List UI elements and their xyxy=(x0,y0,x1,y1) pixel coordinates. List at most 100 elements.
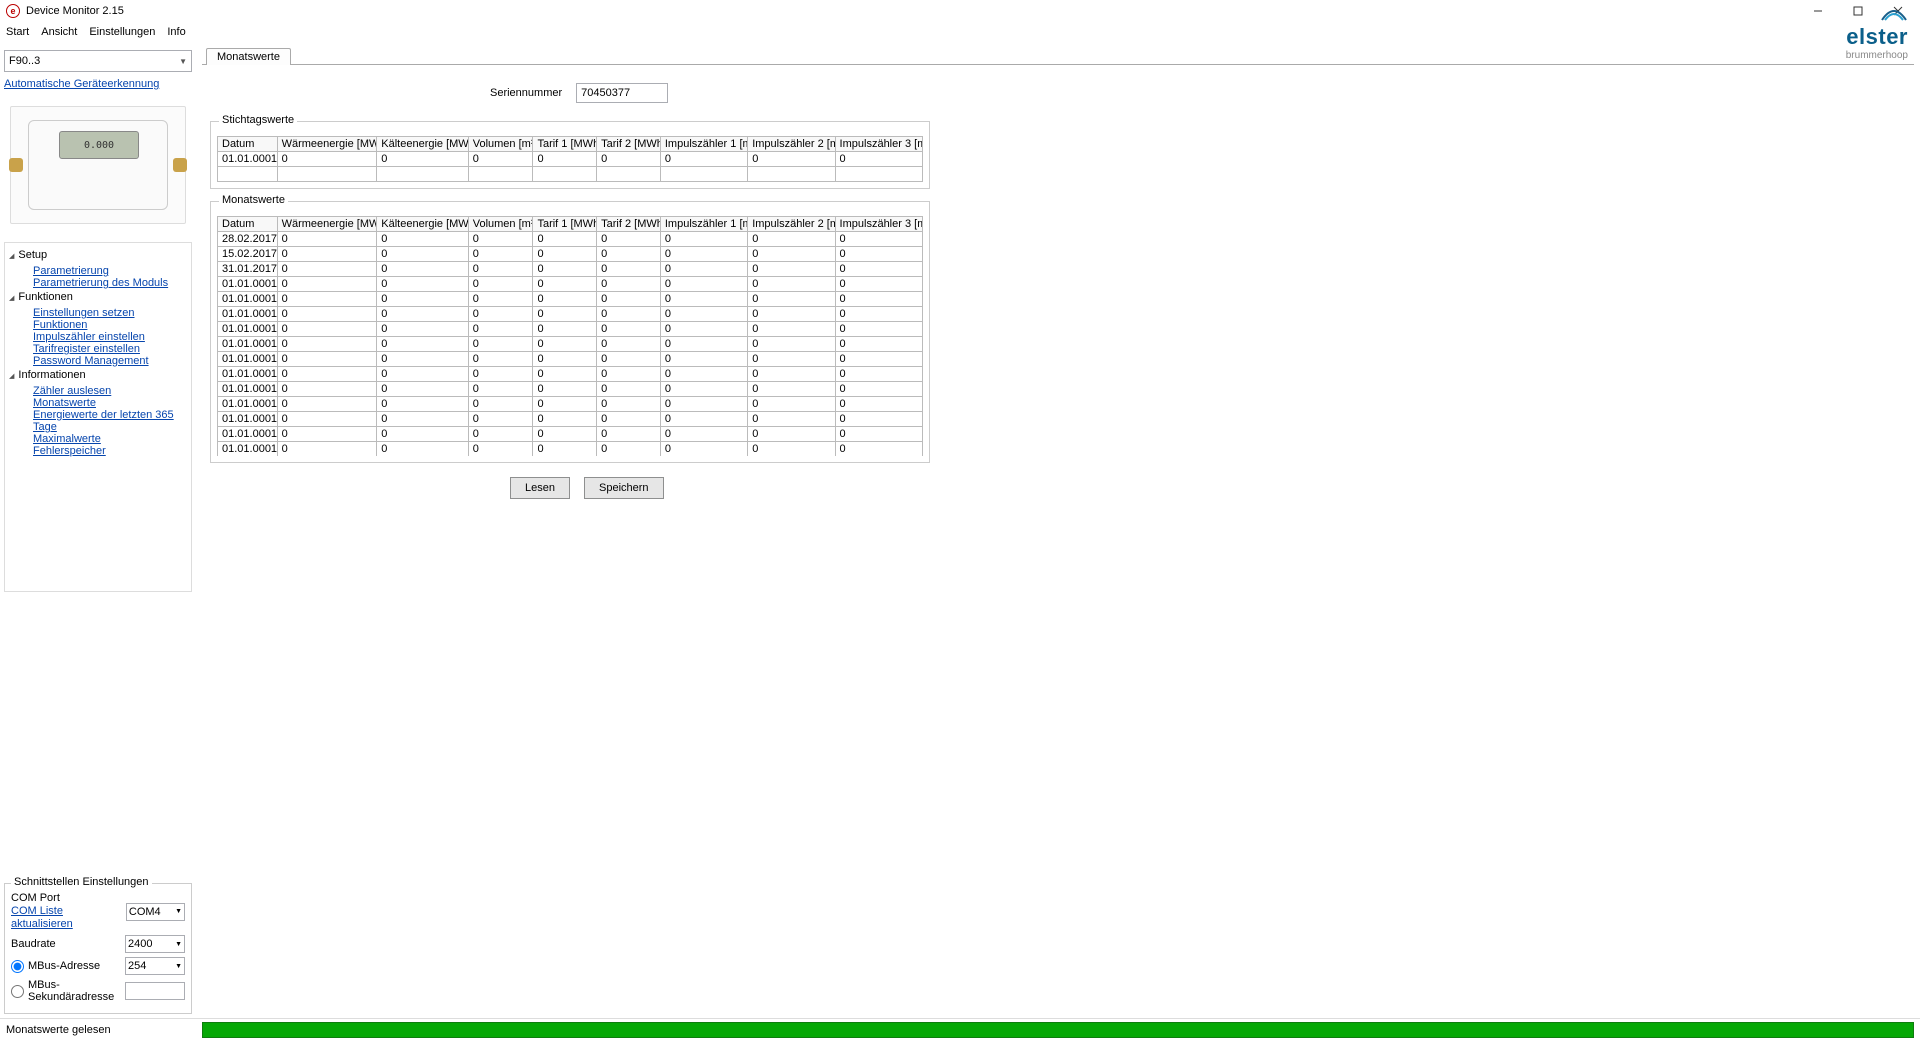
tab-monatswerte[interactable]: Monatswerte xyxy=(206,48,291,65)
table-cell: 0 xyxy=(835,397,922,412)
tree-item[interactable]: Maximalwerte xyxy=(33,433,189,445)
table-cell: 0 xyxy=(277,367,377,382)
column-header[interactable]: Tarif 2 [MWh] xyxy=(597,137,661,152)
device-image: 0.000 xyxy=(10,106,186,224)
table-row[interactable]: 01.01.000100000000 xyxy=(218,322,923,337)
table-cell: 0 xyxy=(597,232,661,247)
lesen-button[interactable]: Lesen xyxy=(510,477,570,499)
table-row[interactable]: 01.01.000100000000 xyxy=(218,442,923,457)
column-header[interactable]: Volumen [m³] xyxy=(468,217,533,232)
monatswerte-legend: Monatswerte xyxy=(219,194,288,206)
column-header[interactable]: Tarif 1 [MWh] xyxy=(533,217,597,232)
tree-item[interactable]: Energiewerte der letzten 365 Tage xyxy=(33,409,189,433)
table-cell: 0 xyxy=(748,352,835,367)
menu-einstellungen[interactable]: Einstellungen xyxy=(89,26,155,38)
iface-mbus-sec-radio[interactable] xyxy=(11,985,24,998)
table-cell: 0 xyxy=(748,442,835,457)
monatswerte-scroll[interactable]: DatumWärmeenergie [MWh]Kälteenergie [MWh… xyxy=(217,216,923,456)
table-cell: 0 xyxy=(597,152,661,167)
table-cell: 0 xyxy=(533,322,597,337)
iface-baud-label: Baudrate xyxy=(11,938,56,950)
table-cell xyxy=(468,167,533,182)
iface-mbus-sec-input[interactable] xyxy=(125,982,185,1000)
tree-item[interactable]: Fehlerspeicher xyxy=(33,445,189,457)
table-cell: 0 xyxy=(377,382,468,397)
column-header[interactable]: Wärmeenergie [MWh] xyxy=(277,137,377,152)
table-row[interactable]: 28.02.201700000000 xyxy=(218,232,923,247)
tree-item[interactable]: Password Management xyxy=(33,355,189,367)
device-lcd: 0.000 xyxy=(59,131,139,159)
table-row[interactable]: 01.01.000100000000 xyxy=(218,367,923,382)
table-row[interactable]: 01.01.000100000000 xyxy=(218,152,923,167)
tree-setup-label[interactable]: Setup xyxy=(18,249,47,261)
table-cell: 0 xyxy=(468,427,533,442)
minimize-button[interactable] xyxy=(1798,0,1838,22)
menu-ansicht[interactable]: Ansicht xyxy=(41,26,77,38)
iface-mbus-addr-select[interactable]: 254▼ xyxy=(125,957,185,975)
table-row[interactable]: 01.01.000100000000 xyxy=(218,277,923,292)
column-header[interactable]: Impulszähler 1 [m³] xyxy=(660,137,747,152)
tree-informationen-label[interactable]: Informationen xyxy=(18,369,85,381)
table-cell: 0 xyxy=(533,247,597,262)
table-cell: 0 xyxy=(835,412,922,427)
column-header[interactable]: Impulszähler 3 [m³] xyxy=(835,217,922,232)
table-row[interactable]: 01.01.000100000000 xyxy=(218,292,923,307)
table-row[interactable]: 01.01.000100000000 xyxy=(218,412,923,427)
table-row[interactable]: 01.01.000100000000 xyxy=(218,337,923,352)
table-cell: 01.01.0001 xyxy=(218,397,278,412)
tree-item[interactable]: Parametrierung des Moduls xyxy=(33,277,189,289)
table-cell: 0 xyxy=(377,292,468,307)
column-header[interactable]: Impulszähler 2 [m³] xyxy=(748,137,835,152)
column-header[interactable]: Datum xyxy=(218,137,278,152)
progress-bar xyxy=(202,1022,1914,1038)
table-row[interactable]: 01.01.000100000000 xyxy=(218,397,923,412)
tree-item[interactable]: Funktionen xyxy=(33,319,189,331)
tree-item[interactable]: Parametrierung xyxy=(33,265,189,277)
column-header[interactable]: Impulszähler 2 [m³] xyxy=(748,217,835,232)
auto-detect-link[interactable]: Automatische Geräteerkennung xyxy=(4,78,192,90)
iface-mbus-addr-radio[interactable] xyxy=(11,960,24,973)
column-header[interactable]: Datum xyxy=(218,217,278,232)
table-cell: 0 xyxy=(468,442,533,457)
table-cell: 01.01.0001 xyxy=(218,442,278,457)
iface-comlist-refresh[interactable]: COM Liste aktualisieren xyxy=(11,905,126,931)
menu-start[interactable]: Start xyxy=(6,26,29,38)
tree-item[interactable]: Einstellungen setzen xyxy=(33,307,189,319)
table-cell: 0 xyxy=(468,412,533,427)
table-row[interactable] xyxy=(218,167,923,182)
app-icon: e xyxy=(6,4,20,18)
column-header[interactable]: Tarif 1 [MWh] xyxy=(533,137,597,152)
column-header[interactable]: Wärmeenergie [MWh] xyxy=(277,217,377,232)
tree-funktionen-label[interactable]: Funktionen xyxy=(18,291,72,303)
table-cell: 0 xyxy=(748,337,835,352)
tree-item[interactable]: Zähler auslesen xyxy=(33,385,189,397)
table-row[interactable]: 01.01.000100000000 xyxy=(218,352,923,367)
iface-comport-select[interactable]: COM4▼ xyxy=(126,903,185,921)
table-row[interactable]: 01.01.000100000000 xyxy=(218,382,923,397)
column-header[interactable]: Impulszähler 1 [m³] xyxy=(660,217,747,232)
table-cell: 0 xyxy=(377,337,468,352)
iface-baud-select[interactable]: 2400▼ xyxy=(125,935,185,953)
table-cell: 0 xyxy=(835,442,922,457)
table-cell: 01.01.0001 xyxy=(218,322,278,337)
column-header[interactable]: Kälteenergie [MWh] xyxy=(377,217,468,232)
device-select[interactable]: F90..3 ▼ xyxy=(4,50,192,72)
table-row[interactable]: 01.01.000100000000 xyxy=(218,307,923,322)
seriennummer-input[interactable] xyxy=(576,83,668,103)
column-header[interactable]: Kälteenergie [MWh] xyxy=(377,137,468,152)
tree-item[interactable]: Tarifregister einstellen xyxy=(33,343,189,355)
table-row[interactable]: 31.01.201700000000 xyxy=(218,262,923,277)
table-row[interactable]: 15.02.201700000000 xyxy=(218,247,923,262)
table-cell: 0 xyxy=(748,247,835,262)
iface-comport-label: COM Port xyxy=(11,892,126,905)
table-cell: 0 xyxy=(468,322,533,337)
table-row[interactable]: 01.01.000100000000 xyxy=(218,427,923,442)
column-header[interactable]: Volumen [m³] xyxy=(468,137,533,152)
tree-item[interactable]: Impulszähler einstellen xyxy=(33,331,189,343)
speichern-button[interactable]: Speichern xyxy=(584,477,664,499)
menu-info[interactable]: Info xyxy=(167,26,185,38)
stichtagswerte-legend: Stichtagswerte xyxy=(219,114,297,126)
column-header[interactable]: Impulszähler 3 [m³] xyxy=(835,137,922,152)
tree-item[interactable]: Monatswerte xyxy=(33,397,189,409)
column-header[interactable]: Tarif 2 [MWh] xyxy=(597,217,661,232)
